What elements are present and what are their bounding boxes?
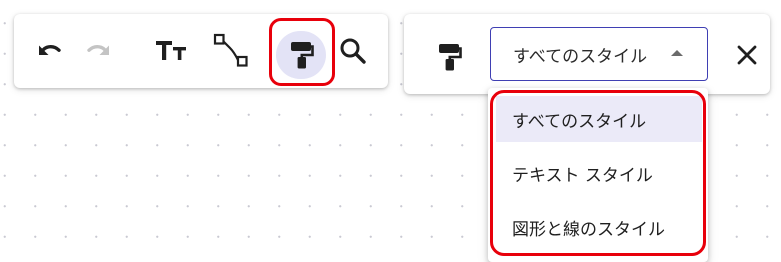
search-icon: [337, 35, 369, 67]
close-button[interactable]: [734, 42, 760, 68]
main-toolbar: [14, 14, 388, 88]
style-dropdown-menu: すべてのスタイル テキスト スタイル 図形と線のスタイル: [488, 88, 708, 262]
dropdown-item-label: テキスト スタイル: [512, 165, 653, 186]
format-toolbar: すべてのスタイル: [404, 14, 770, 94]
dropdown-item-text-styles[interactable]: テキスト スタイル: [496, 150, 702, 196]
text-style-button[interactable]: [153, 34, 191, 68]
dropdown-item-label: 図形と線のスタイル: [512, 219, 665, 240]
dropdown-item-label: すべてのスタイル: [512, 111, 647, 132]
format-paint-indicator: [432, 40, 466, 74]
dropdown-item-all-styles[interactable]: すべてのスタイル: [496, 96, 702, 142]
close-icon: [734, 42, 760, 68]
connector-button[interactable]: [207, 31, 255, 71]
search-button[interactable]: [336, 34, 370, 68]
undo-button[interactable]: [34, 36, 66, 68]
caret-up-icon: [671, 50, 683, 56]
redo-icon: [82, 36, 114, 68]
style-select[interactable]: すべてのスタイル: [490, 27, 708, 81]
paint-format-icon: [287, 40, 315, 70]
connector-icon: [207, 31, 255, 71]
style-select-value: すべてのスタイル: [513, 46, 648, 67]
paint-format-icon: [435, 42, 463, 72]
dropdown-item-shape-line-styles[interactable]: 図形と線のスタイル: [496, 204, 702, 250]
paint-format-button[interactable]: [276, 31, 326, 79]
undo-icon: [34, 36, 66, 68]
text-style-icon: [153, 34, 191, 68]
redo-button[interactable]: [82, 36, 114, 68]
